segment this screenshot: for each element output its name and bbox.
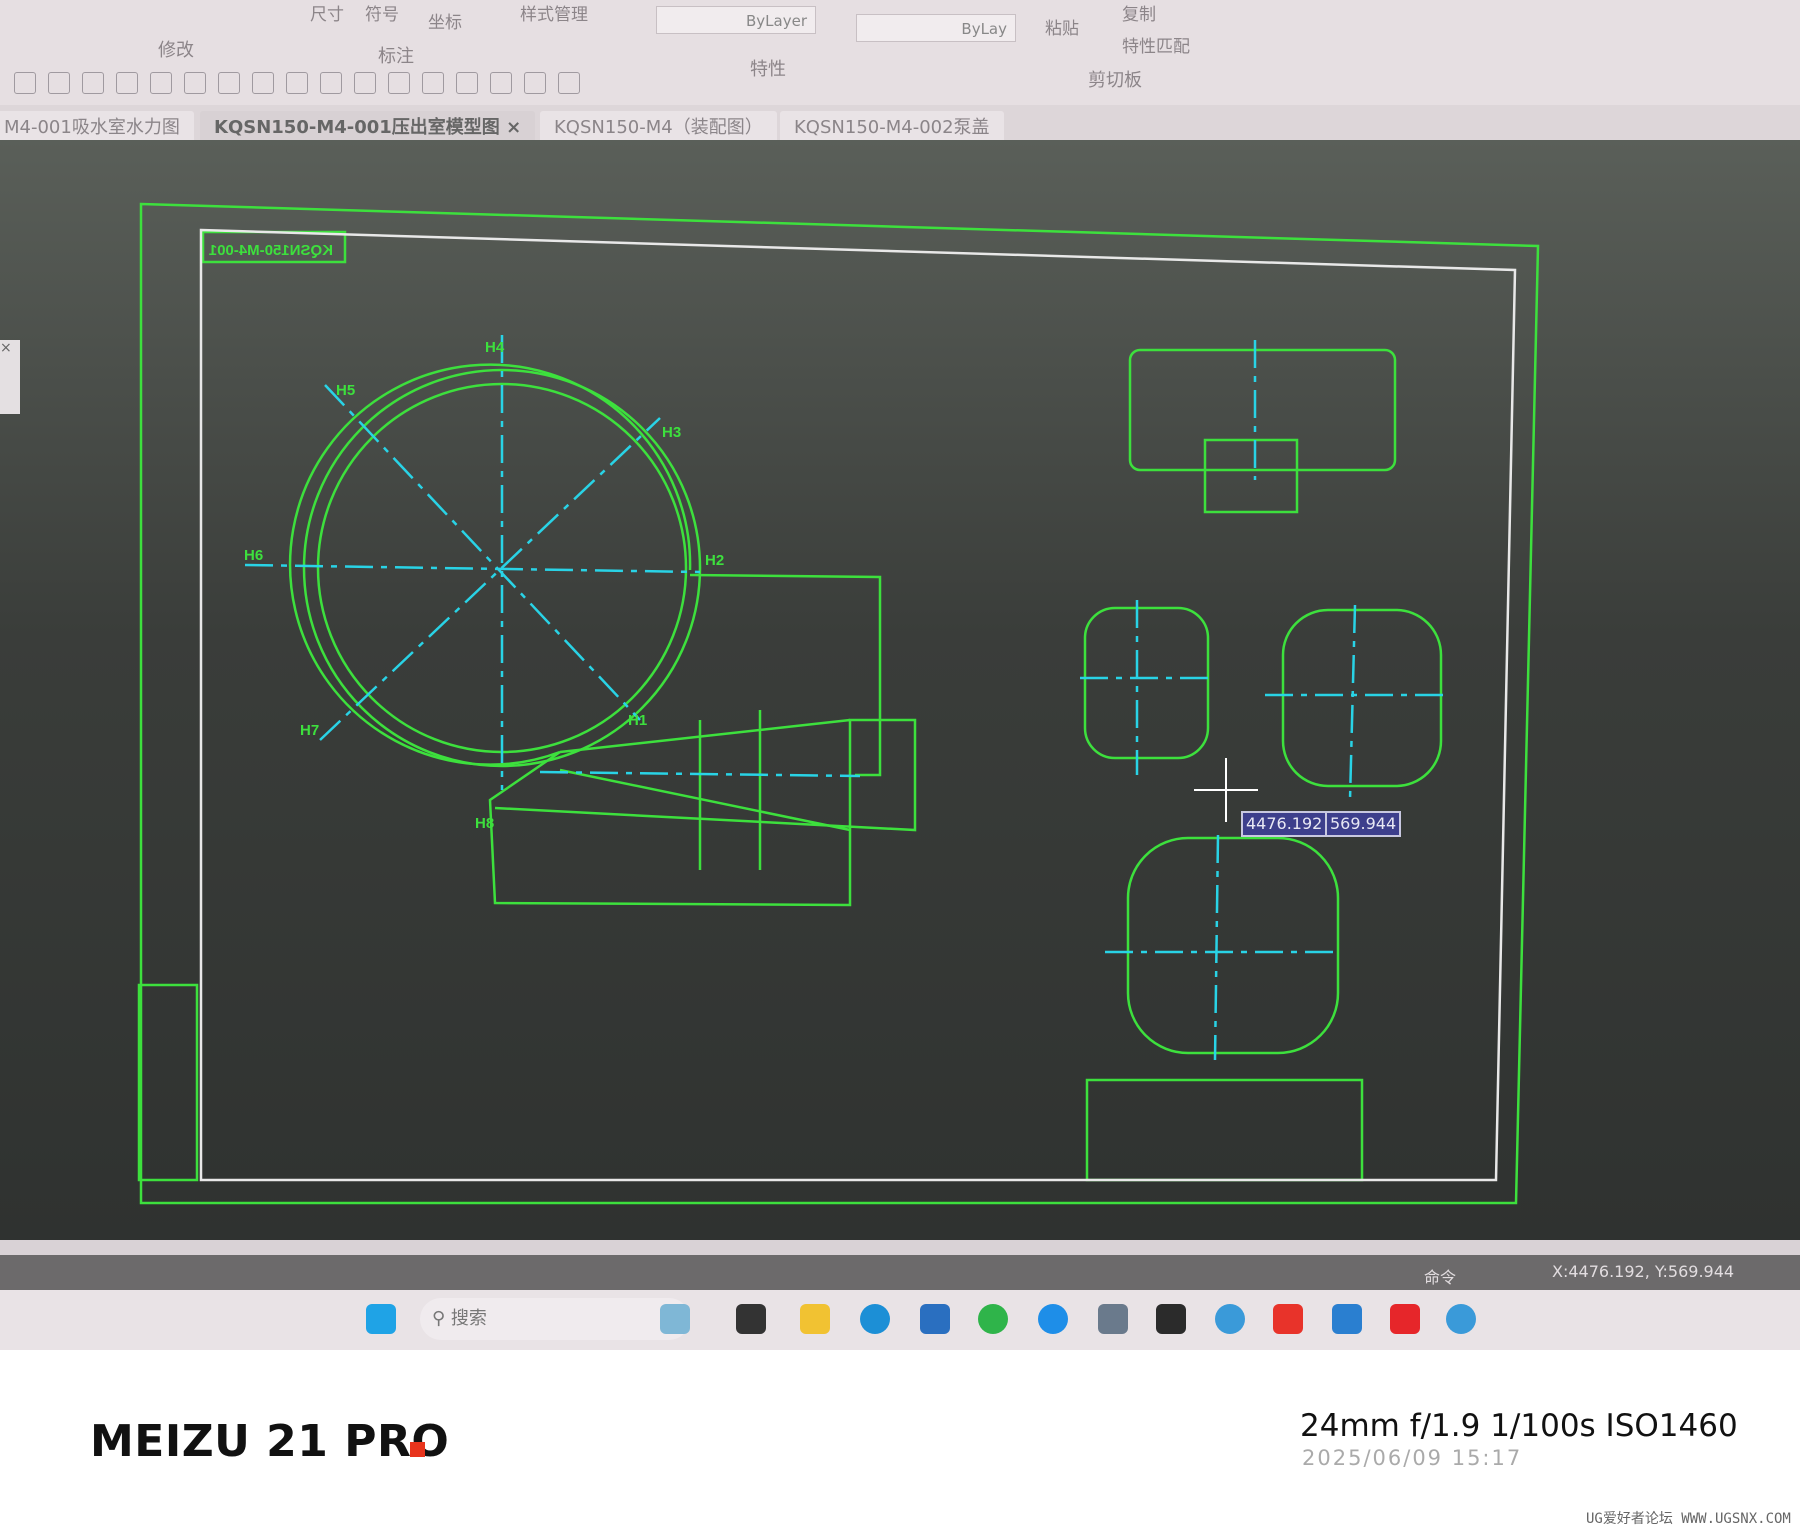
section-h-stem <box>1203 438 1299 514</box>
centerline-diag-2 <box>319 417 661 741</box>
file-explorer-icon[interactable] <box>800 1304 830 1334</box>
left-table <box>137 983 199 1182</box>
wps-icon[interactable] <box>1273 1304 1303 1334</box>
photo-datetime: 2025/06/09 15:17 <box>1302 1446 1523 1470</box>
dynamic-input-y[interactable]: 569.944 <box>1325 811 1402 837</box>
dynamic-input-x[interactable]: 4476.192 <box>1241 811 1328 837</box>
section-x1 <box>1083 606 1210 760</box>
command-line[interactable]: 命令 <box>1424 1264 1456 1288</box>
section-x3-centerline-v <box>1213 834 1220 1061</box>
section-h <box>1128 348 1397 472</box>
feishu-icon[interactable] <box>1038 1304 1068 1334</box>
calculator-icon[interactable] <box>1098 1304 1128 1334</box>
taskbar-search[interactable]: ⚲ 搜索 <box>420 1298 690 1340</box>
status-bar: 命令 X:4476.192, Y:569.944 <box>0 1240 1800 1290</box>
ug-nx-icon[interactable] <box>1215 1304 1245 1334</box>
watermark: UG爱好者论坛 WWW.UGSNX.COM <box>1586 1511 1791 1527</box>
app-y-icon[interactable] <box>1156 1304 1186 1334</box>
label-h6: H6 <box>244 547 263 564</box>
label-h7: H7 <box>300 722 319 739</box>
edge-icon[interactable] <box>860 1304 890 1334</box>
label-h1: H1 <box>628 712 647 729</box>
ting-icon[interactable] <box>1390 1304 1420 1334</box>
store-icon[interactable] <box>920 1304 950 1334</box>
title-tag-text: KQSN150-M4-001 <box>209 242 333 259</box>
discharge-outline <box>689 573 882 777</box>
device-name: MEIZU 21 PRO <box>90 1416 450 1467</box>
label-h3: H3 <box>662 424 681 441</box>
section-x2-centerline-v <box>1348 604 1357 801</box>
search-placeholder: 搜索 <box>450 1308 487 1329</box>
terminal-icon[interactable] <box>736 1304 766 1334</box>
label-h4: H4 <box>485 339 505 356</box>
ug-nx-2-icon[interactable] <box>1446 1304 1476 1334</box>
qq-browser-icon[interactable] <box>1332 1304 1362 1334</box>
label-h2: H2 <box>705 552 724 569</box>
centerline-diag-1 <box>324 384 641 721</box>
section-x3 <box>1126 836 1340 1055</box>
label-h8: H8 <box>475 815 494 832</box>
windows-start-icon[interactable] <box>366 1304 396 1334</box>
centerline-horizontal <box>244 563 701 574</box>
brand-dot <box>410 1442 425 1457</box>
exif-info: 24mm f/1.9 1/100s ISO1460 <box>1300 1408 1738 1444</box>
cursor-coordinates: X:4476.192, Y:569.944 <box>1552 1262 1735 1281</box>
section-x2 <box>1281 608 1443 788</box>
wechat-icon[interactable] <box>978 1304 1008 1334</box>
taskbar: ⚲ 搜索 <box>0 1290 1800 1350</box>
label-h5: H5 <box>336 382 355 399</box>
search-icon: ⚲ <box>432 1308 446 1329</box>
title-block <box>1085 1078 1364 1182</box>
outer-frame <box>139 202 1540 1205</box>
beach-widget-icon[interactable] <box>660 1304 690 1334</box>
